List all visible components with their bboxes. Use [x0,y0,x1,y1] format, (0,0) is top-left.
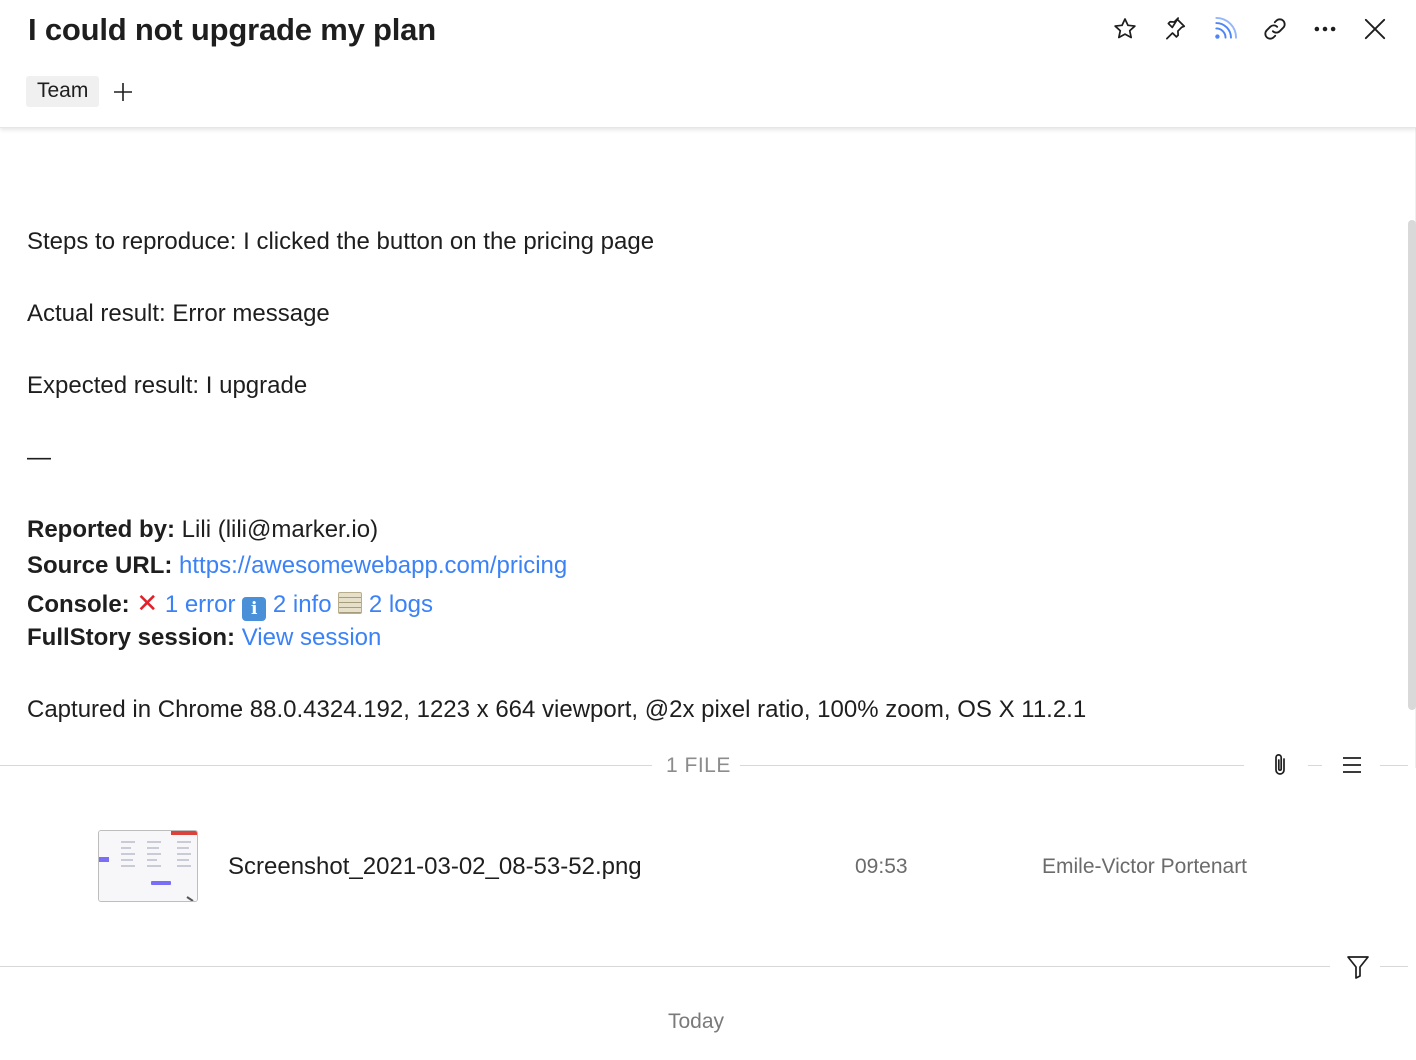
reported-by-label: Reported by: [27,516,176,543]
favorite-button[interactable] [1100,12,1150,46]
source-url-link[interactable]: https://awesomewebapp.com/pricing [179,552,567,579]
subscribe-button[interactable] [1200,12,1250,46]
separator: — [27,444,51,471]
task-header: I could not upgrade my plan Team [0,0,1416,128]
console-error-link[interactable]: 1 error [165,591,236,618]
close-button[interactable] [1350,12,1400,46]
divider-line [0,966,1330,967]
star-icon [1114,18,1136,39]
filter-icon [1347,956,1369,979]
attach-file-button[interactable] [1265,750,1295,780]
file-item[interactable]: Screenshot_2021-03-02_08-53-52.png 09:53… [0,820,1416,912]
console-label: Console: [27,591,130,618]
reported-by-value: Lili (lili@marker.io) [175,516,379,543]
divider-line [0,765,652,766]
file-time: 09:53 [855,855,908,878]
view-session-link[interactable]: View session [242,624,382,651]
file-author: Emile-Victor Portenart [1042,855,1248,878]
info-icon: i [242,597,267,621]
captured-info: Captured in Chrome 88.0.4324.192, 1223 x… [27,696,1087,723]
pin-icon [1166,17,1186,40]
activity-header [0,948,1416,988]
console-info-link[interactable]: 2 info [273,591,332,618]
source-url-line: Source URL: https://awesomewebapp.com/pr… [27,552,567,580]
files-header: 1 FILE [0,748,1416,784]
more-actions-button[interactable] [1300,12,1350,46]
file-view-toggle-button[interactable] [1337,750,1367,780]
task-title[interactable]: I could not upgrade my plan [28,12,436,48]
actual-result: Actual result: Error message [27,300,330,327]
filter-button[interactable] [1343,952,1373,982]
console-logs-link[interactable]: 2 logs [369,591,433,618]
error-icon: ✕ [136,588,159,618]
divider-line [1380,765,1408,766]
file-name[interactable]: Screenshot_2021-03-02_08-53-52.png [228,853,642,881]
pin-button[interactable] [1150,12,1200,46]
scrollbar-thumb[interactable] [1408,220,1416,710]
console-line: Console: ✕ 1 error i 2 info 2 logs [27,588,433,621]
activity-day-label: Today [667,1010,725,1033]
fullstory-line: FullStory session: View session [27,624,381,652]
divider-line [1308,765,1322,766]
tag-list: Team [26,76,135,107]
screenshot-preview-icon [99,831,197,901]
divider-line [740,765,1244,766]
paperclip-icon [1275,754,1285,775]
steps-to-reproduce: Steps to reproduce: I clicked the button… [27,228,655,255]
close-icon [1364,18,1386,40]
source-url-label: Source URL: [27,552,173,579]
tag-team[interactable]: Team [26,76,100,107]
list-icon [1343,757,1361,773]
scroll-icon [338,592,363,614]
plus-icon [114,82,133,101]
divider-line [1380,966,1408,967]
expected-result: Expected result: I upgrade [27,372,308,399]
link-icon [1264,18,1286,40]
more-icon [1314,26,1336,32]
file-thumbnail[interactable] [98,830,198,902]
add-tag-button[interactable] [111,80,135,104]
header-toolbar [1100,12,1400,46]
files-count-label: 1 FILE [666,754,731,777]
fullstory-label: FullStory session: [27,624,236,651]
copy-link-button[interactable] [1250,12,1300,46]
rss-icon [1215,16,1238,39]
reported-by-line: Reported by: Lili (lili@marker.io) [27,516,378,544]
